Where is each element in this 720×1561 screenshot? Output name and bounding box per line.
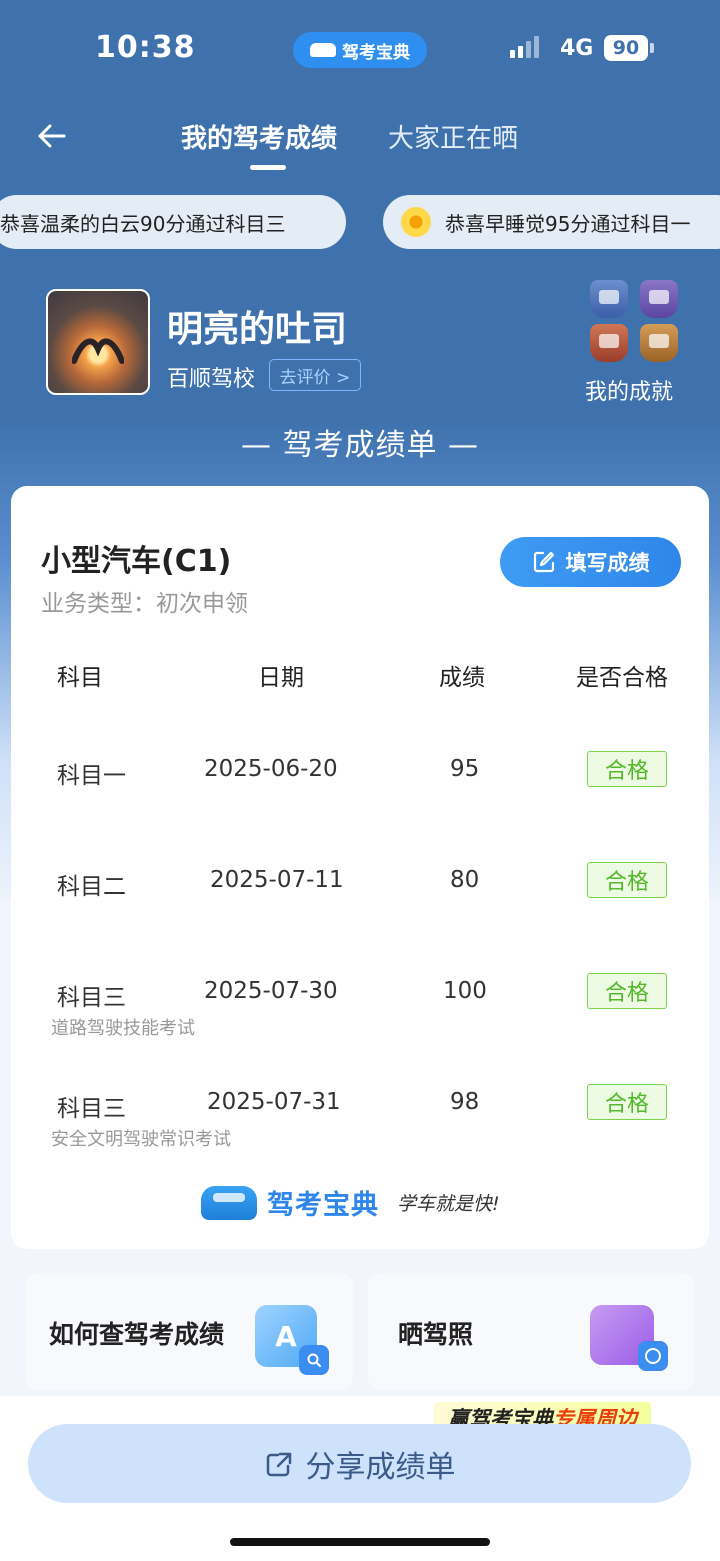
badge-icon — [640, 324, 678, 362]
driving-school: 百顺驾校 — [167, 367, 256, 392]
ticker-text: 恭喜早睡觉95分通过科目一 — [445, 211, 691, 236]
app-indicator-pill: 驾考宝典 — [293, 32, 427, 68]
ticker-item: 恭喜早睡觉95分通过科目一 — [383, 195, 720, 249]
share-icon — [266, 1452, 291, 1476]
ticker-text: 恭喜温柔的白云90分通过科目三 — [0, 211, 286, 236]
status-time: 10:38 — [95, 30, 196, 65]
camera-icon — [638, 1341, 668, 1371]
row-date: 2025-07-11 — [210, 867, 344, 893]
business-type: 业务类型：初次申领 — [41, 591, 248, 617]
car-logo-icon — [201, 1185, 257, 1220]
car-icon — [310, 43, 336, 57]
badge-icon — [640, 280, 678, 318]
row-note: 安全文明驾驶常识考试 — [51, 1129, 231, 1150]
fill-score-label: 填写成绩 — [565, 551, 650, 575]
row-score: 80 — [450, 867, 480, 893]
share-label: 分享成绩单 — [305, 1449, 456, 1485]
pass-badge: 合格 — [587, 1084, 667, 1120]
network-type: 4G — [560, 36, 594, 61]
row-date: 2025-07-30 — [204, 978, 338, 1004]
battery-icon: 90 — [604, 35, 654, 61]
header-subject: 科目 — [57, 665, 103, 691]
photo-gallery-icon — [590, 1305, 668, 1371]
score-sheet-title: — 驾考成绩单 — — [240, 428, 480, 463]
share-score-sheet-button[interactable]: 分享成绩单 — [28, 1424, 691, 1503]
row-score: 98 — [450, 1089, 480, 1115]
magnifier-icon — [299, 1345, 329, 1375]
tab-my-scores[interactable]: 我的驾考成绩 — [181, 118, 337, 155]
score-card: 小型汽车(C1) 业务类型：初次申领 填写成绩 科目 日期 成绩 是否合格 科目… — [11, 486, 709, 1249]
badge-icon — [590, 324, 628, 362]
my-achievements-link[interactable]: 我的成就 — [585, 374, 673, 406]
header-pass: 是否合格 — [576, 665, 668, 691]
achievement-badges[interactable] — [590, 280, 684, 364]
brand-slogan: 学车就是快! — [397, 1193, 500, 1215]
header-score: 成绩 — [439, 665, 485, 691]
evaluate-button[interactable]: 去评价 > — [269, 359, 361, 391]
pass-badge: 合格 — [587, 862, 667, 898]
edit-icon — [533, 551, 554, 573]
row-note: 道路驾驶技能考试 — [51, 1018, 195, 1039]
fill-score-button[interactable]: 填写成绩 — [500, 537, 681, 587]
row-subject: 科目三 — [57, 1096, 126, 1122]
pass-badge: 合格 — [587, 973, 667, 1009]
battery-level: 90 — [612, 37, 640, 59]
app-indicator-label: 驾考宝典 — [342, 42, 410, 63]
avatar[interactable] — [46, 289, 150, 395]
row-score: 100 — [443, 978, 487, 1004]
show-license-card[interactable]: 晒驾照 — [368, 1273, 694, 1390]
how-to-check-scores-card[interactable]: 如何查驾考成绩 A — [25, 1273, 353, 1390]
ticker-item: 恭喜温柔的白云90分通过科目三 — [0, 195, 346, 249]
brand-name: 驾考宝典 — [267, 1190, 379, 1221]
row-score: 95 — [450, 756, 480, 782]
active-tab-indicator — [250, 165, 286, 170]
search-document-icon: A — [255, 1305, 329, 1375]
row-subject: 科目一 — [57, 763, 126, 789]
row-date: 2025-07-31 — [207, 1089, 341, 1115]
pass-badge: 合格 — [587, 751, 667, 787]
flower-avatar-icon — [401, 207, 431, 237]
tab-everyone-sharing[interactable]: 大家正在晒 — [388, 118, 518, 155]
feature-label: 如何查驾考成绩 — [49, 1320, 225, 1349]
heart-hands-icon — [72, 338, 124, 364]
brand-footer: 驾考宝典 学车就是快! — [201, 1183, 500, 1222]
username: 明亮的吐司 — [167, 309, 348, 350]
row-date: 2025-06-20 — [204, 756, 338, 782]
row-subject: 科目三 — [57, 985, 126, 1011]
vehicle-class: 小型汽车(C1) — [41, 544, 232, 579]
feature-label: 晒驾照 — [398, 1320, 474, 1349]
back-arrow-icon[interactable] — [34, 118, 70, 154]
home-indicator[interactable] — [230, 1538, 490, 1546]
row-subject: 科目二 — [57, 874, 126, 900]
header-date: 日期 — [258, 665, 304, 691]
badge-icon — [590, 280, 628, 318]
status-bar: 10:38 驾考宝典 4G 90 — [0, 0, 720, 100]
signal-icon — [510, 36, 539, 58]
